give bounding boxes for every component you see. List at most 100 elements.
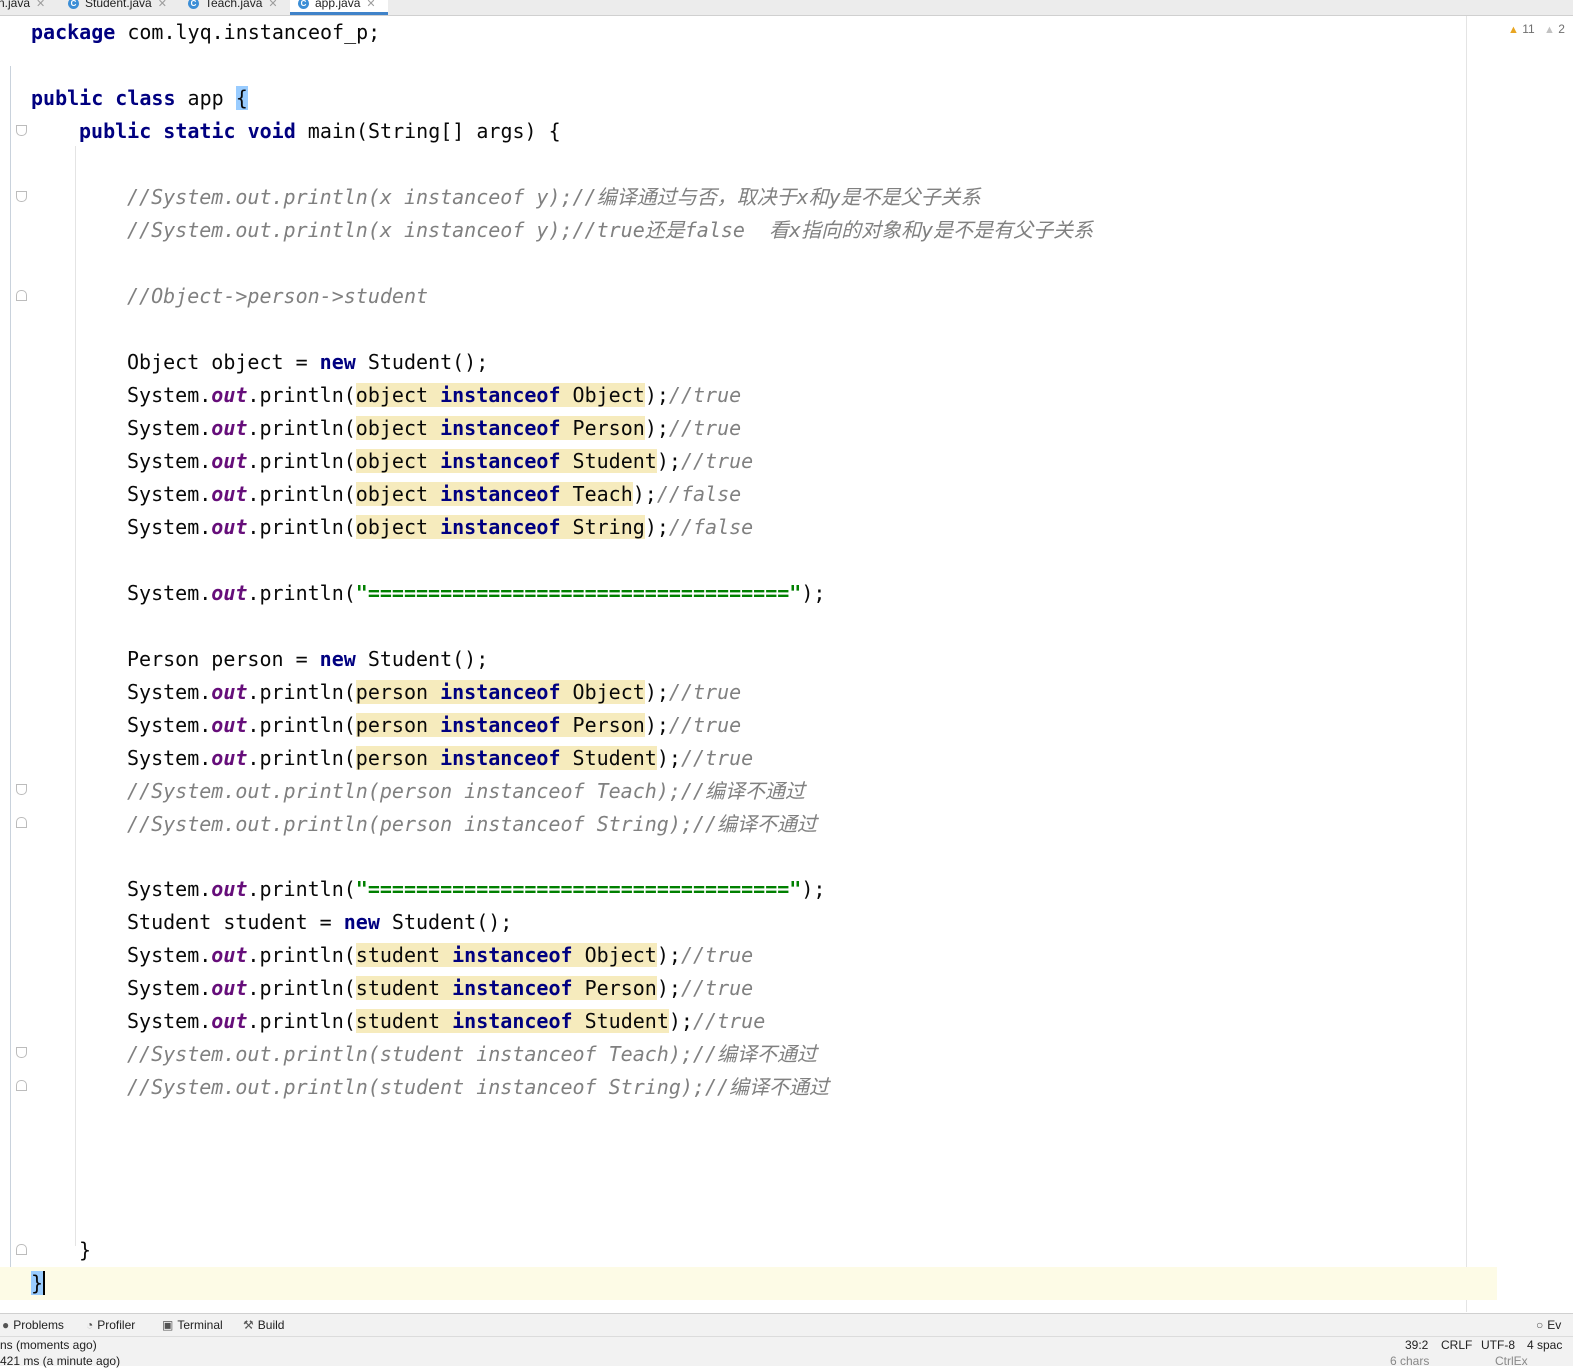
keyword: public class xyxy=(31,86,176,110)
code-comment[interactable]: //System.out.println(student instanceof … xyxy=(127,1038,817,1071)
code-line[interactable]: public static void main(String[] args) { xyxy=(79,115,561,148)
code-comment[interactable]: //System.out.println(student instanceof … xyxy=(127,1071,829,1104)
code-line[interactable]: package com.lyq.instanceof_p; xyxy=(31,16,380,49)
code-line[interactable]: System.out.println(object instanceof Stu… xyxy=(127,445,753,478)
instanceof-expression: student instanceof Student xyxy=(355,1009,669,1033)
hammer-icon: ⚒ xyxy=(243,1318,254,1332)
status-message[interactable]: ns (moments ago) xyxy=(0,1338,97,1352)
type-name: Student xyxy=(572,1009,669,1033)
method-signature: main(String[] args) { xyxy=(295,119,561,143)
fold-marker-icon[interactable] xyxy=(16,125,27,136)
code-line[interactable]: System.out.println(person instanceof Per… xyxy=(127,709,741,742)
code-line[interactable]: System.out.println(object instanceof Tea… xyxy=(127,478,741,511)
indent-setting[interactable]: 4 spac xyxy=(1527,1338,1562,1352)
code-comment[interactable]: //System.out.println(x instanceof y);//t… xyxy=(127,214,1093,247)
method-call: .println( xyxy=(247,383,356,407)
method-call: .println( xyxy=(247,449,356,473)
keyword: new xyxy=(319,647,356,671)
variable: object xyxy=(355,416,429,440)
code-line[interactable]: System.out.println(object instanceof Obj… xyxy=(127,379,741,412)
string-literal: "===================================" xyxy=(355,581,802,605)
fold-marker-icon[interactable] xyxy=(16,1080,27,1091)
keyword: instanceof xyxy=(440,416,561,440)
class-ref: System. xyxy=(127,416,212,440)
code-line[interactable]: System.out.println(object instanceof Str… xyxy=(127,511,753,544)
code-line[interactable]: Student student = new Student(); xyxy=(127,906,512,939)
method-call: .println( xyxy=(247,1009,356,1033)
caret-position[interactable]: 39:2 xyxy=(1405,1338,1428,1352)
code-editor[interactable]: ▲ 11 ▲ 2 package com.lyq.instanceof_p; p… xyxy=(0,16,1573,1312)
variable: object xyxy=(355,383,429,407)
variable: object xyxy=(355,482,429,506)
code-line[interactable]: System.out.println(student instanceof St… xyxy=(127,1005,765,1038)
code-comment[interactable]: //Object->person->student xyxy=(127,280,428,313)
static-field: out xyxy=(211,713,248,737)
code-line[interactable]: Person person = new Student(); xyxy=(127,643,488,676)
fold-marker-icon[interactable] xyxy=(16,817,27,828)
result-comment: //true xyxy=(680,943,754,967)
keyword: instanceof xyxy=(452,943,573,967)
tab-student-java[interactable]: C Student.java ✕ xyxy=(68,0,167,15)
static-field: out xyxy=(211,515,248,539)
code-comment[interactable]: //System.out.println(person instanceof T… xyxy=(127,775,805,808)
selection-info: 6 chars xyxy=(1390,1354,1430,1368)
type-name: Object xyxy=(572,943,657,967)
tab-label: n.java xyxy=(0,0,31,10)
code-line[interactable]: public class app { xyxy=(31,82,248,115)
type-name: Object xyxy=(560,680,645,704)
instanceof-expression: object instanceof Person xyxy=(355,416,645,440)
tab-label: Student.java xyxy=(85,0,152,10)
close-icon[interactable]: ✕ xyxy=(158,0,167,10)
code-line[interactable]: System.out.println(person instanceof Stu… xyxy=(127,742,753,775)
event-log-tool-button[interactable]: ○ Ev xyxy=(1536,1318,1561,1332)
code-comment[interactable]: //System.out.println(person instanceof S… xyxy=(127,808,817,841)
code-line[interactable]: System.out.println("====================… xyxy=(127,577,825,610)
fold-marker-icon[interactable] xyxy=(16,1244,27,1255)
code-line[interactable]: System.out.println("====================… xyxy=(127,873,825,906)
instanceof-expression: person instanceof Person xyxy=(355,713,645,737)
code-comment[interactable]: //System.out.println(x instanceof y);//编… xyxy=(127,181,981,214)
fold-marker-icon[interactable] xyxy=(16,1047,27,1058)
code-line[interactable]: System.out.println(object instanceof Per… xyxy=(127,412,741,445)
weak-warning-icon: ▲ xyxy=(1544,24,1555,36)
result-comment: //true xyxy=(680,746,754,770)
close-icon[interactable]: ✕ xyxy=(268,0,277,10)
close-icon[interactable]: ✕ xyxy=(36,0,45,10)
instanceof-expression: student instanceof Person xyxy=(355,976,657,1000)
status-message-secondary: 421 ms (a minute ago) xyxy=(0,1354,121,1368)
terminal-icon: ▣ xyxy=(162,1318,174,1332)
result-comment: //true xyxy=(680,976,754,1000)
code-line[interactable]: System.out.println(student instanceof Pe… xyxy=(127,972,753,1005)
terminal-tool-button[interactable]: ▣ Terminal xyxy=(162,1318,223,1332)
profiler-tool-button[interactable]: ◔ Profiler xyxy=(86,1318,135,1332)
variable: person xyxy=(355,746,429,770)
build-tool-button[interactable]: ⚒ Build xyxy=(243,1318,284,1332)
static-field: out xyxy=(211,976,248,1000)
tab-app-java[interactable]: Capp.java ✕ xyxy=(290,0,388,15)
code-line[interactable]: Object object = new Student(); xyxy=(127,346,488,379)
instanceof-expression: object instanceof Object xyxy=(355,383,645,407)
problems-tool-button[interactable]: ● Problems xyxy=(2,1318,64,1332)
method-call: .println( xyxy=(247,416,356,440)
close-icon[interactable]: ✕ xyxy=(366,0,375,10)
type-name: String xyxy=(560,515,645,539)
declaration: Object object = xyxy=(127,350,320,374)
tab-label: Teach.java xyxy=(205,0,263,10)
tab-label: app.java xyxy=(315,0,361,10)
fold-marker-icon[interactable] xyxy=(16,290,27,301)
fold-marker-icon[interactable] xyxy=(16,191,27,202)
result-comment: //true xyxy=(668,416,742,440)
current-line[interactable]: } xyxy=(0,1267,1497,1300)
inspection-widget[interactable]: ▲ 11 ▲ 2 xyxy=(1508,22,1565,36)
tab-teach-java[interactable]: C Teach.java ✕ xyxy=(188,0,278,15)
class-ref: System. xyxy=(127,943,212,967)
event-log-icon: ○ xyxy=(1536,1318,1544,1332)
tab-person-java[interactable]: n.java ✕ xyxy=(0,0,45,15)
line-separator[interactable]: CRLF xyxy=(1441,1338,1472,1352)
keyword: instanceof xyxy=(440,713,561,737)
code-line[interactable]: System.out.println(student instanceof Ob… xyxy=(127,939,753,972)
fold-marker-icon[interactable] xyxy=(16,784,27,795)
code-line[interactable]: } xyxy=(79,1234,91,1267)
file-encoding[interactable]: UTF-8 xyxy=(1481,1338,1515,1352)
code-line[interactable]: System.out.println(person instanceof Obj… xyxy=(127,676,741,709)
